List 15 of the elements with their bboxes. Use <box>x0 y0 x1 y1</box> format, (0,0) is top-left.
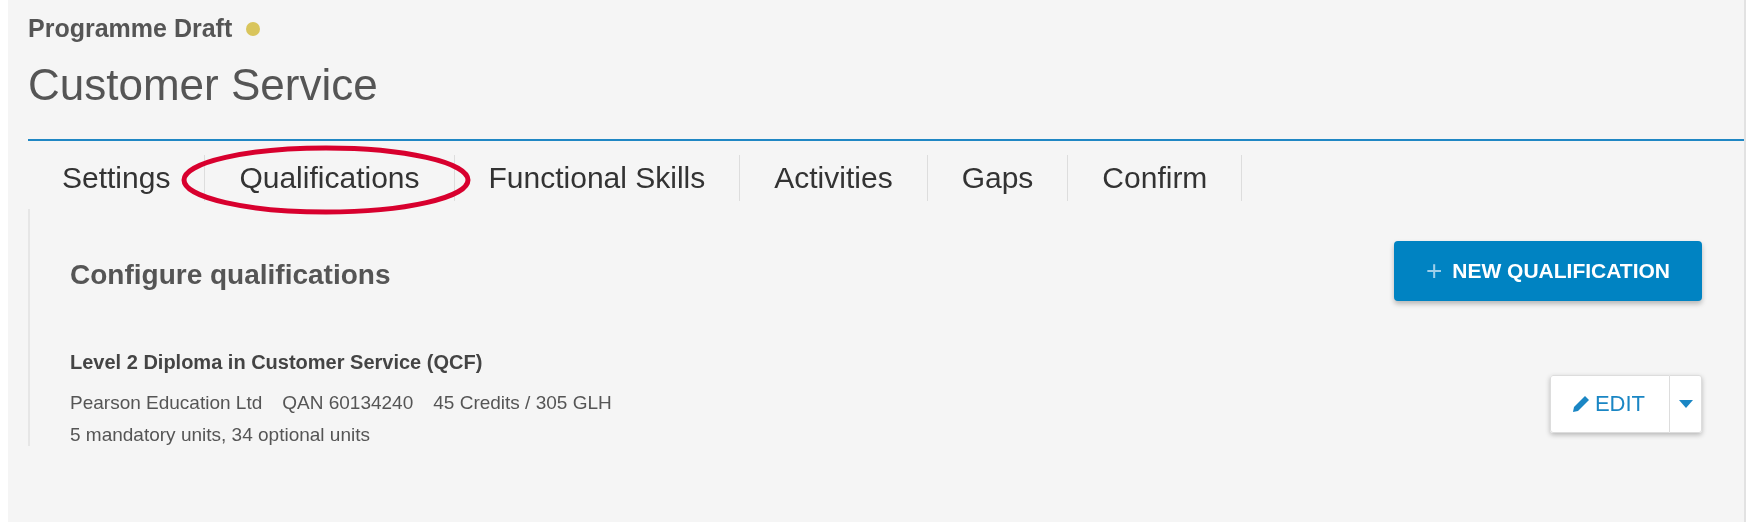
tab[interactable]: Confirm <box>1068 155 1243 201</box>
tab[interactable]: Settings <box>28 155 206 201</box>
status-label: Programme Draft <box>28 14 233 43</box>
awarding-body: Pearson Education Ltd <box>70 392 263 414</box>
new-qualification-button[interactable]: + NEW QUALIFICATION <box>1393 241 1702 301</box>
qan-number: QAN 60134240 <box>282 392 414 414</box>
tab[interactable]: Functional Skills <box>454 155 741 201</box>
section-heading: Configure qualifications <box>70 259 391 291</box>
edit-button[interactable]: EDIT <box>1549 375 1670 433</box>
page-title: Customer Service <box>28 59 379 111</box>
tab[interactable]: Activities <box>740 155 928 201</box>
qualification-title: Level 2 Diploma in Customer Service (QCF) <box>70 351 484 374</box>
tab[interactable]: Gaps <box>927 155 1069 201</box>
units-text: 5 mandatory units, 34 optional units <box>70 424 371 446</box>
credits-text: 45 Credits / 305 GLH <box>433 392 612 414</box>
